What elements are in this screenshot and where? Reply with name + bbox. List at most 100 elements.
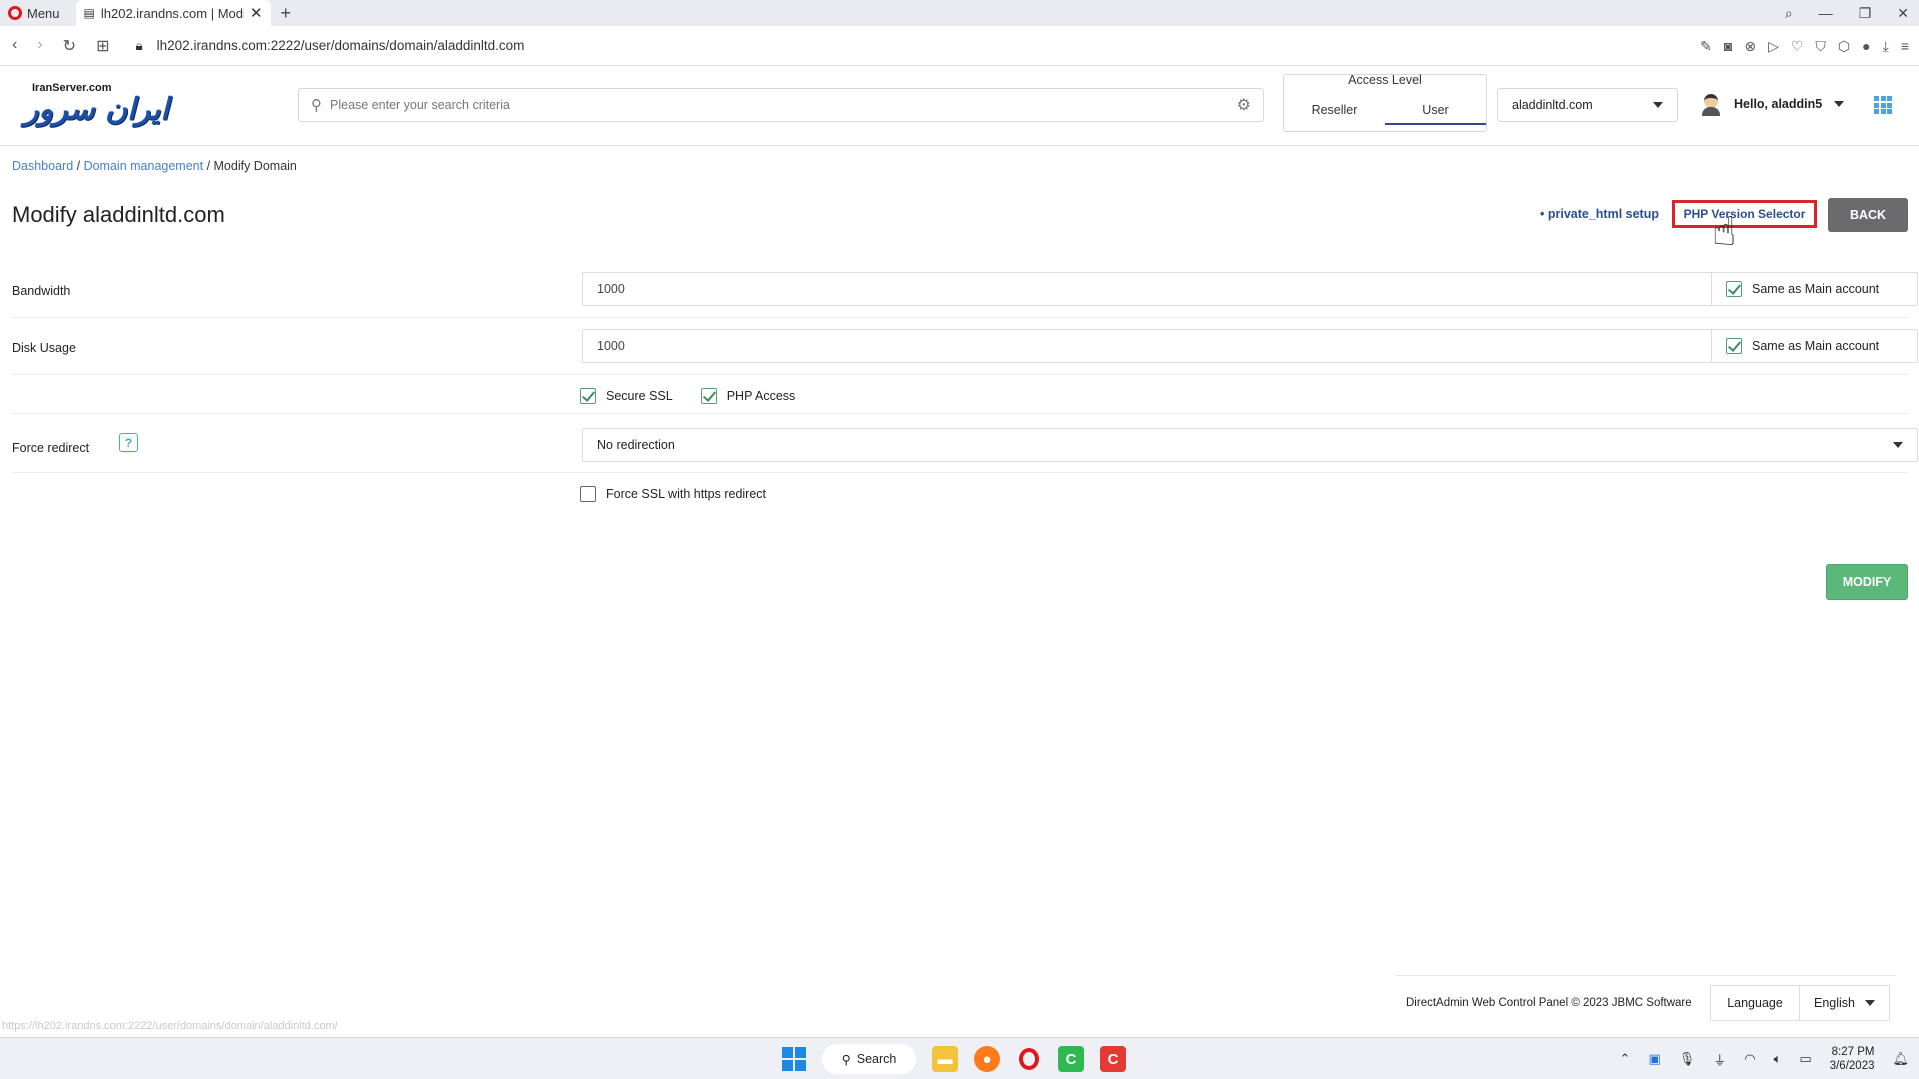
usb-icon[interactable]: ⏚ [1713,1050,1726,1069]
windows-start-icon[interactable] [782,1047,806,1071]
shield-icon[interactable]: ⛉ [1815,38,1826,55]
edit-icon[interactable]: ✎ [1700,38,1712,55]
search-input[interactable] [330,98,1237,112]
php-access-checkbox[interactable]: PHP Access [700,388,796,404]
disk-usage-input[interactable]: 1000 [583,339,1711,353]
search-settings-gear-icon[interactable]: ⚙ [1237,95,1251,115]
play-icon[interactable]: ▷ [1768,38,1779,55]
breadcrumb: Dashboard / Domain management / Modify D… [12,159,297,173]
access-option-reseller[interactable]: Reseller [1284,103,1385,125]
url-field[interactable]: 🔒︎ lh202.irandns.com:2222/user/domains/d… [135,38,524,54]
forward-arrow-icon[interactable]: › [37,36,42,56]
chevron-down-icon [1893,442,1903,448]
same-as-main-label: Same as Main account [1752,282,1880,296]
checkbox-checked-icon[interactable] [1726,338,1742,354]
redirect-select-value: No redirection [597,438,675,452]
ssl-php-row: Secure SSL PHP Access [12,378,1908,414]
logo[interactable]: IranServer.com ایران سرور [24,82,184,130]
chevron-down-icon [1653,102,1663,108]
status-bar-url: https://lh202.irandns.com:2222/user/doma… [2,1020,338,1032]
apps-grid-icon[interactable] [1874,96,1892,114]
menu-label: Menu [27,5,60,21]
help-icon[interactable]: ? [119,433,138,452]
php-access-label: PHP Access [726,389,796,403]
taskbar-clock[interactable]: 8:27 PM 3/6/2023 [1830,1045,1875,1073]
monitor-icon[interactable]: ▣ [1648,1051,1660,1067]
checkbox-unchecked-icon[interactable] [580,486,596,502]
heart-icon[interactable]: ♡ [1791,38,1804,55]
search-icon: ⚲ [311,97,322,114]
secure-ssl-checkbox[interactable]: Secure SSL [580,388,673,404]
volume-icon[interactable]: 🔈︎ [1774,1051,1782,1067]
language-label: Language [1710,984,1800,1021]
cube-icon[interactable]: ⬡ [1838,38,1850,55]
breadcrumb-dashboard[interactable]: Dashboard [12,159,73,173]
browser-tab-bar: Menu ▤ lh202.irandns.com | Modify ✕ + ⌕ … [0,0,1919,26]
access-option-user[interactable]: User [1385,103,1486,125]
tab-close-icon[interactable]: ✕ [250,4,263,22]
notification-bell-icon[interactable]: 🔔︎ [1892,1051,1909,1067]
wifi-icon[interactable]: ◠ [1744,1051,1755,1067]
disk-same-as-main[interactable]: Same as Main account [1711,330,1917,362]
footer: DirectAdmin Web Control Panel © 2023 JBM… [1396,975,1896,1029]
force-ssl-checkbox[interactable]: Force SSL with https redirect [580,486,766,502]
breadcrumb-domain-management[interactable]: Domain management [84,159,204,173]
domain-selector[interactable]: aladdinltd.com [1497,88,1678,122]
page-title: Modify aladdinltd.com [12,202,225,227]
profile-icon[interactable]: ● [1862,38,1870,54]
search-icon: ⚲ [841,1052,851,1067]
user-menu[interactable]: Hello, aladdin5 [1700,92,1845,116]
firefox-icon[interactable]: ● [974,1046,1000,1072]
address-bar: ‹ › ↻ ⊞ 🔒︎ lh202.irandns.com:2222/user/d… [0,26,1919,66]
camtasia-icon[interactable]: C [1058,1046,1084,1072]
opera-menu-button[interactable]: Menu [0,0,68,26]
search-tabs-icon[interactable]: ⌕ [1785,5,1793,22]
checkbox-checked-icon[interactable] [1726,281,1742,297]
browser-menu-icon[interactable]: ≡ [1901,38,1909,54]
recorder-app-icon[interactable]: C [1100,1046,1126,1072]
disk-usage-label: Disk Usage [12,341,76,355]
force-ssl-label: Force SSL with https redirect [606,487,767,501]
logo-wordmark: ایران سرور [24,92,170,127]
chevron-down-icon [1865,999,1875,1006]
tray-chevron-up-icon[interactable]: ⌃ [1620,1051,1631,1067]
language-select[interactable]: English [1800,984,1890,1021]
private-html-setup-link[interactable]: • private_html setup [1540,207,1659,221]
redirect-select[interactable]: No redirection [582,428,1918,462]
microphone-icon[interactable]: 🎙︎ [1679,1051,1696,1067]
taskbar-search-label: Search [856,1052,897,1066]
file-explorer-icon[interactable]: ▬ [932,1046,958,1072]
bandwidth-input[interactable]: 1000 [583,282,1711,296]
clock-date: 3/6/2023 [1829,1060,1875,1072]
domain-selector-value: aladdinltd.com [1512,98,1593,112]
back-arrow-icon[interactable]: ‹ [12,36,17,56]
language-value: English [1814,995,1855,1010]
tabs-grid-icon[interactable]: ⊞ [96,36,109,56]
minimize-icon[interactable]: — [1819,5,1833,21]
block-icon[interactable]: ⊗ [1744,38,1756,55]
restore-icon[interactable]: ❐ [1859,5,1872,22]
system-tray: ⌃ ▣ 🎙︎ ⏚ ◠ 🔈︎ ▭ 8:27 PM 3/6/2023 🔔︎ [1620,1038,1909,1079]
window-controls: ⌕ — ❐ ✕ [1785,0,1909,26]
secure-ssl-label: Secure SSL [606,389,673,403]
new-tab-button[interactable]: + [281,3,292,24]
download-icon[interactable]: ⤓ [1883,38,1889,55]
close-window-icon[interactable]: ✕ [1897,5,1909,22]
ssl-php-checkboxes: Secure SSL PHP Access [580,388,795,404]
browser-tab-active[interactable]: ▤ lh202.irandns.com | Modify ✕ [75,0,271,26]
bandwidth-same-as-main[interactable]: Same as Main account [1711,273,1917,305]
checkbox-checked-icon[interactable] [580,388,596,404]
camera-icon[interactable]: ◙ [1724,38,1732,54]
taskbar-search-button[interactable]: ⚲ Search [822,1044,916,1074]
navigation-buttons: ‹ › ↻ ⊞ [0,36,109,56]
back-button[interactable]: BACK [1828,198,1908,232]
user-greeting: Hello, aladdin5 [1734,97,1823,111]
php-version-selector-link[interactable]: PHP Version Selector [1672,200,1817,228]
modify-button[interactable]: MODIFY [1826,564,1908,600]
reload-icon[interactable]: ↻ [63,36,76,56]
battery-icon[interactable]: ▭ [1799,1051,1811,1067]
avatar [1700,92,1722,116]
bandwidth-label: Bandwidth [12,284,71,298]
checkbox-checked-icon[interactable] [700,388,717,404]
opera-taskbar-icon[interactable] [1016,1046,1042,1072]
